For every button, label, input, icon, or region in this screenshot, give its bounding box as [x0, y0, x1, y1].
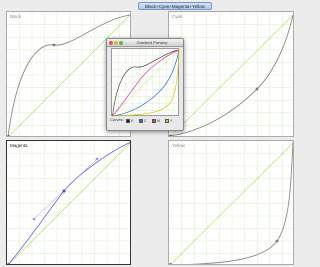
handle-point	[32, 217, 36, 221]
minimize-button[interactable]	[114, 40, 118, 45]
grid-lines	[7, 141, 130, 264]
control-point	[275, 239, 279, 243]
cyan-curve-panel[interactable]: Cyan	[168, 11, 294, 137]
checkbox-k[interactable]	[126, 119, 130, 123]
checkbox-c-label: C	[144, 118, 147, 123]
cyan-curve-graph[interactable]	[169, 12, 294, 137]
control-point	[255, 87, 259, 91]
curves-label: Curves:	[110, 117, 124, 122]
tangent-handle	[33, 158, 98, 220]
panel-label-cyan: Cyan	[172, 14, 183, 19]
panel-label-yellow: Yellow	[172, 143, 185, 148]
grid-lines	[169, 12, 293, 136]
window-titlebar[interactable]: Gradient Preview	[107, 39, 183, 47]
close-button[interactable]	[109, 40, 113, 45]
zoom-button[interactable]	[119, 40, 123, 45]
checkbox-k-label: K	[131, 118, 134, 123]
magenta-curve-graph[interactable]	[7, 141, 131, 265]
yellow-curve-panel[interactable]: Yellow	[168, 140, 294, 265]
window-title: Gradient Preview	[136, 40, 168, 45]
grid-lines	[112, 49, 180, 117]
gradient-preview-window[interactable]: Gradient Preview Curves: K C M Y	[106, 38, 184, 131]
checkbox-m-label: M	[157, 118, 160, 123]
checkbox-y[interactable]	[165, 119, 169, 123]
selected-control-point	[62, 189, 66, 193]
magenta-curve-panel[interactable]: Magenta	[6, 140, 131, 265]
panel-label-magenta: Magenta	[10, 143, 28, 148]
checkbox-c[interactable]	[139, 119, 143, 123]
title-button[interactable]: Black+Cyan+Magenta+Yellow	[138, 2, 212, 10]
control-point	[52, 43, 56, 47]
identity-diagonal	[112, 49, 180, 117]
combined-curves-preview	[111, 48, 180, 117]
checkbox-y-label: Y	[170, 118, 173, 123]
grid-lines	[169, 141, 293, 264]
handle-point	[95, 157, 99, 161]
panel-label-black: Black	[10, 14, 22, 19]
yellow-curve-graph[interactable]	[169, 141, 294, 265]
control-point	[169, 134, 172, 136]
checkbox-m[interactable]	[152, 119, 156, 123]
